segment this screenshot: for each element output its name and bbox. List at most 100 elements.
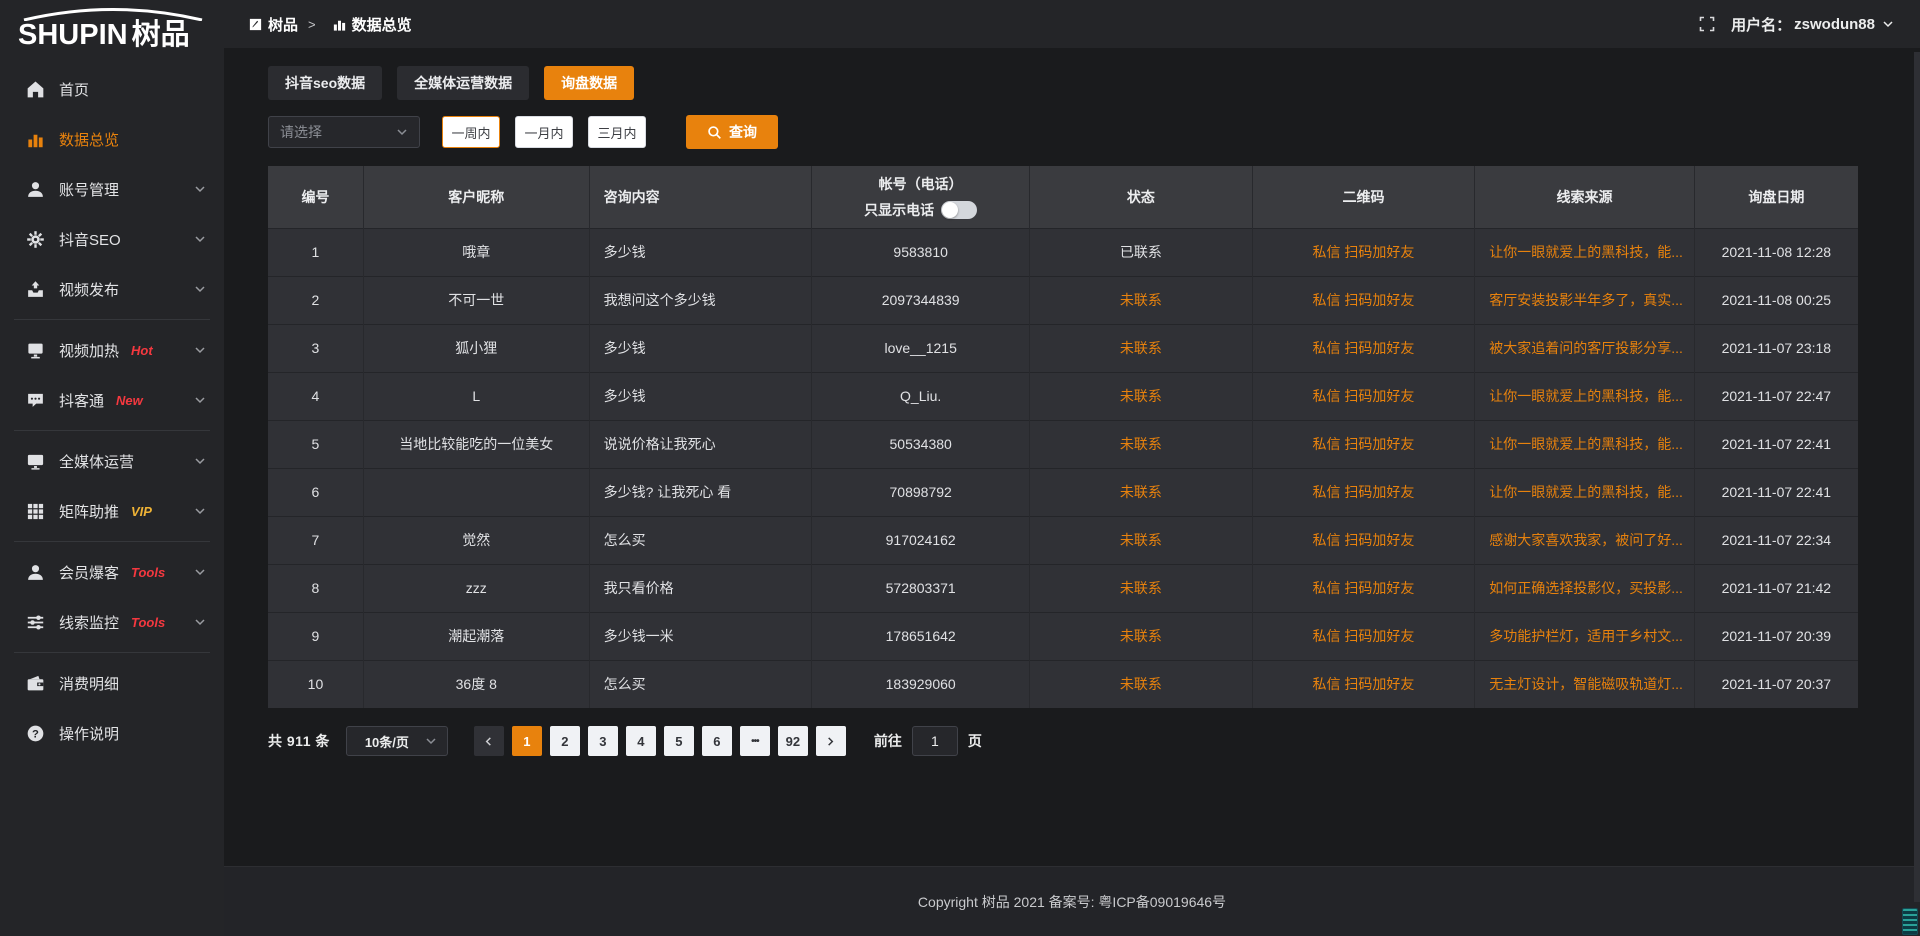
app-logo[interactable]: SHUPIN树品 [0, 0, 224, 54]
cell-source-link[interactable]: 无主灯设计，智能磁吸轨道灯... [1475, 660, 1694, 708]
cell-qrcode-link[interactable]: 私信 扫码加好友 [1252, 276, 1475, 324]
tools-badge: Tools [131, 565, 165, 580]
range-month-button[interactable]: 一月内 [515, 116, 573, 148]
cell-account: 9583810 [812, 228, 1030, 276]
cell-account: 2097344839 [812, 276, 1030, 324]
page-size-select[interactable]: 10条/页 [346, 726, 448, 756]
cell-source-link[interactable]: 被大家追着问的客厅投影分享... [1475, 324, 1694, 372]
cell-num: 7 [268, 516, 363, 564]
page-ellipsis-button[interactable]: ••• [740, 726, 770, 756]
sidebar-item-account-mgmt[interactable]: 账号管理 [0, 164, 224, 214]
footer: Copyright 树品 2021 备案号: 粤ICP备09019646号 [224, 866, 1920, 936]
cell-content: 我只看价格 [589, 564, 812, 612]
page-button-3[interactable]: 3 [588, 726, 618, 756]
cell-date: 2021-11-07 22:41 [1694, 468, 1858, 516]
page-button-2[interactable]: 2 [550, 726, 580, 756]
cell-num: 4 [268, 372, 363, 420]
new-badge: New [116, 393, 143, 408]
next-page-button[interactable] [816, 726, 846, 756]
sidebar-item-douyin-seo[interactable]: 抖音SEO [0, 214, 224, 264]
col-header-num: 编号 [268, 166, 363, 228]
cell-source-link[interactable]: 如何正确选择投影仪，买投影... [1475, 564, 1694, 612]
query-button-label: 查询 [729, 122, 757, 142]
sidebar-item-douketong[interactable]: 抖客通 New [0, 375, 224, 425]
cell-source-link[interactable]: 让你一眼就爱上的黑科技，能... [1475, 468, 1694, 516]
sidebar-divider [14, 541, 210, 542]
cell-source-link[interactable]: 客厅安装投影半年多了，真实... [1475, 276, 1694, 324]
page-scrollbar[interactable] [1914, 52, 1920, 902]
cell-qrcode-link[interactable]: 私信 扫码加好友 [1252, 516, 1475, 564]
cell-qrcode-link[interactable]: 私信 扫码加好友 [1252, 468, 1475, 516]
cell-nickname: 狐小狸 [363, 324, 589, 372]
breadcrumb-root[interactable]: 树品 [268, 14, 298, 35]
cell-qrcode-link[interactable]: 私信 扫码加好友 [1252, 420, 1475, 468]
range-week-button[interactable]: 一周内 [442, 116, 500, 148]
tab-inquiry-data[interactable]: 询盘数据 [544, 66, 634, 100]
query-button[interactable]: 查询 [686, 115, 778, 149]
page-button-4[interactable]: 4 [626, 726, 656, 756]
account-select[interactable]: 请选择 [268, 116, 420, 148]
sidebar-item-label: 消费明细 [59, 673, 119, 694]
user-menu[interactable]: 用户名：zswodun88 [1731, 14, 1894, 35]
cell-date: 2021-11-08 00:25 [1694, 276, 1858, 324]
tab-douyin-seo-data[interactable]: 抖音seo数据 [268, 66, 382, 100]
range-quarter-button[interactable]: 三月内 [588, 116, 646, 148]
goto-page-input[interactable] [912, 726, 958, 756]
cell-source-link[interactable]: 让你一眼就爱上的黑科技，能... [1475, 372, 1694, 420]
page-button-92[interactable]: 92 [778, 726, 808, 756]
cell-source-link[interactable]: 让你一眼就爱上的黑科技，能... [1475, 420, 1694, 468]
chevron-down-icon [194, 616, 206, 628]
table-row: 10 36度 8 怎么买 183929060 未联系 私信 扫码加好友 无主灯设… [268, 660, 1858, 708]
pagination: 共 911 条 10条/页 1 2 3 4 5 6 ••• 92 前往 页 [268, 726, 1858, 756]
cell-qrcode-link[interactable]: 私信 扫码加好友 [1252, 660, 1475, 708]
page-button-5[interactable]: 5 [664, 726, 694, 756]
corner-widget[interactable] [1902, 908, 1918, 935]
fullscreen-icon[interactable] [1699, 16, 1715, 32]
cell-qrcode-link[interactable]: 私信 扫码加好友 [1252, 564, 1475, 612]
cell-account: 917024162 [812, 516, 1030, 564]
cell-source-link[interactable]: 让你一眼就爱上的黑科技，能... [1475, 228, 1694, 276]
username-label: 用户名： [1731, 14, 1791, 35]
sidebar-item-lead-monitor[interactable]: 线索监控 Tools [0, 597, 224, 647]
chevron-down-icon [194, 283, 206, 295]
sidebar-item-member-burst[interactable]: 会员爆客 Tools [0, 547, 224, 597]
chat-icon [26, 391, 45, 410]
sidebar-item-video-heat[interactable]: 视频加热 Hot [0, 325, 224, 375]
sidebar-item-help[interactable]: ? 操作说明 [0, 708, 224, 758]
tab-omnimedia-data[interactable]: 全媒体运营数据 [397, 66, 529, 100]
table-row: 9 潮起潮落 多少钱一米 178651642 未联系 私信 扫码加好友 多功能护… [268, 612, 1858, 660]
sidebar-item-video-publish[interactable]: 视频发布 [0, 264, 224, 314]
cell-num: 2 [268, 276, 363, 324]
col-header-account: 帐号（电话） 只显示电话 [812, 166, 1030, 228]
sidebar-item-omnimedia[interactable]: 全媒体运营 [0, 436, 224, 486]
sidebar-item-home[interactable]: 首页 [0, 64, 224, 114]
chevron-down-icon [194, 183, 206, 195]
prev-page-button[interactable] [474, 726, 504, 756]
cell-qrcode-link[interactable]: 私信 扫码加好友 [1252, 372, 1475, 420]
cell-content: 说说价格让我死心 [589, 420, 812, 468]
table-row: 7 觉然 怎么买 917024162 未联系 私信 扫码加好友 感谢大家喜欢我家… [268, 516, 1858, 564]
copyright-text: Copyright 树品 2021 备案号: 粤ICP备09019646号 [918, 892, 1226, 912]
cell-nickname [363, 468, 589, 516]
phone-only-toggle[interactable] [941, 201, 977, 219]
sidebar-item-data-overview[interactable]: 数据总览 [0, 114, 224, 164]
page-button-6[interactable]: 6 [702, 726, 732, 756]
wallet-icon [26, 674, 45, 693]
cell-qrcode-link[interactable]: 私信 扫码加好友 [1252, 228, 1475, 276]
cell-source-link[interactable]: 感谢大家喜欢我家，被问了好... [1475, 516, 1694, 564]
sidebar-item-matrix-boost[interactable]: 矩阵助推 VIP [0, 486, 224, 536]
hot-badge: Hot [131, 343, 153, 358]
cell-account: 178651642 [812, 612, 1030, 660]
gear-icon [26, 230, 45, 249]
cell-qrcode-link[interactable]: 私信 扫码加好友 [1252, 612, 1475, 660]
sidebar-item-spending-detail[interactable]: 消费明细 [0, 658, 224, 708]
cell-date: 2021-11-07 22:41 [1694, 420, 1858, 468]
cell-content: 多少钱一米 [589, 612, 812, 660]
cell-qrcode-link[interactable]: 私信 扫码加好友 [1252, 324, 1475, 372]
page-button-1[interactable]: 1 [512, 726, 542, 756]
cell-source-link[interactable]: 多功能护栏灯，适用于乡村文... [1475, 612, 1694, 660]
search-icon [707, 125, 722, 140]
breadcrumb-current[interactable]: 数据总览 [352, 14, 412, 35]
cell-date: 2021-11-07 20:39 [1694, 612, 1858, 660]
cell-status: 未联系 [1030, 564, 1253, 612]
